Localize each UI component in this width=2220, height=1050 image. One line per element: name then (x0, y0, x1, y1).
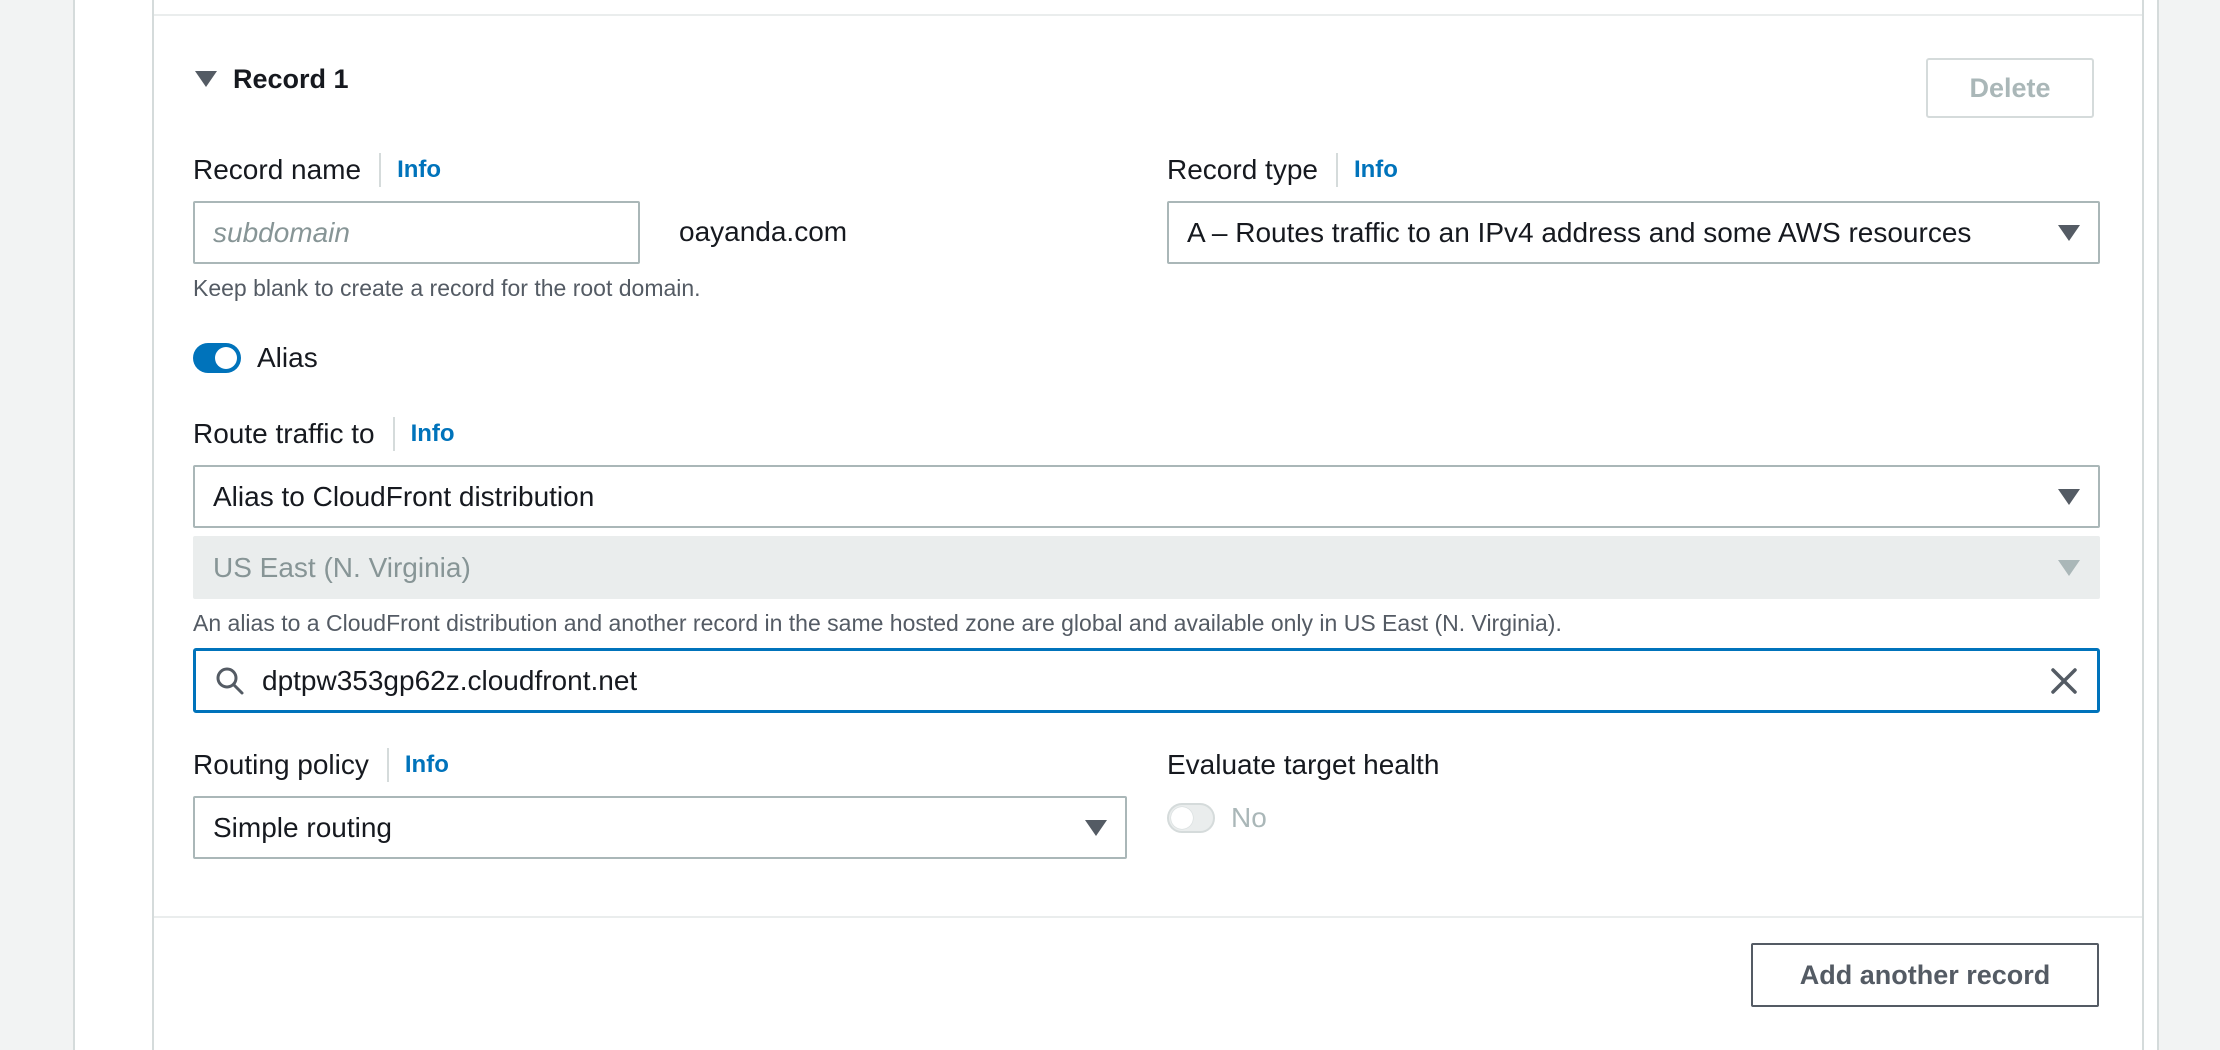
distribution-search-value: dptpw353gp62z.cloudfront.net (262, 664, 638, 696)
divider (379, 153, 382, 187)
routing-policy-value: Simple routing (213, 811, 392, 843)
record-name-label-row: Record name Info (193, 153, 441, 187)
record-name-placeholder: subdomain (213, 216, 350, 248)
search-icon (216, 667, 244, 694)
divider (386, 748, 389, 782)
record-type-value: A – Routes traffic to an IPv4 address an… (1187, 216, 1972, 248)
routing-policy-label-row: Routing policy Info (193, 748, 449, 782)
record-type-select[interactable]: A – Routes traffic to an IPv4 address an… (1167, 201, 2100, 264)
record-name-info-link[interactable]: Info (397, 156, 441, 184)
alias-toggle-row: Alias (193, 342, 318, 374)
routing-policy-select[interactable]: Simple routing (193, 796, 1127, 859)
endpoint-select[interactable]: Alias to CloudFront distribution (193, 465, 2100, 528)
evaluate-health-value: No (1231, 802, 1267, 833)
record-name-input[interactable]: subdomain (193, 201, 640, 264)
divider (1335, 153, 1338, 187)
clear-icon[interactable] (2049, 666, 2079, 696)
divider (154, 916, 2142, 918)
route-traffic-label-row: Route traffic to Info (193, 417, 455, 451)
record-type-info-link[interactable]: Info (1354, 156, 1398, 184)
toggle-knob (1171, 807, 1193, 829)
route-traffic-label: Route traffic to (193, 418, 375, 449)
domain-suffix: oayanda.com (679, 216, 848, 247)
routing-policy-info-link[interactable]: Info (405, 751, 449, 779)
record-type-label-row: Record type Info (1167, 153, 1398, 187)
record-type-label: Record type (1167, 154, 1318, 185)
alias-label: Alias (257, 342, 318, 373)
record-title: Record 1 (233, 63, 349, 94)
region-value: US East (N. Virginia) (213, 551, 471, 583)
distribution-search-input[interactable]: dptpw353gp62z.cloudfront.net (193, 648, 2100, 713)
divider (392, 417, 395, 451)
route-traffic-info-link[interactable]: Info (411, 420, 455, 448)
routing-policy-label: Routing policy (193, 749, 369, 780)
toggle-knob (215, 347, 237, 369)
route-traffic-hint: An alias to a CloudFront distribution an… (193, 610, 1562, 636)
evaluate-health-label: Evaluate target health (1167, 749, 1440, 780)
evaluate-health-toggle-row: No (1167, 802, 1267, 834)
chevron-down-icon (1085, 819, 1107, 836)
endpoint-value: Alias to CloudFront distribution (213, 480, 595, 512)
divider (154, 14, 2142, 16)
record-name-label: Record name (193, 154, 362, 185)
record-name-hint: Keep blank to create a record for the ro… (193, 275, 701, 301)
chevron-down-icon (2058, 488, 2080, 505)
add-another-record-button[interactable]: Add another record (1751, 943, 2099, 1007)
record-expand-toggle[interactable]: Record 1 (195, 62, 349, 96)
alias-toggle[interactable] (193, 343, 241, 373)
chevron-down-icon (2058, 559, 2080, 576)
caret-down-icon (195, 71, 217, 87)
delete-button[interactable]: Delete (1926, 58, 2094, 118)
region-select: US East (N. Virginia) (193, 536, 2100, 599)
chevron-down-icon (2058, 224, 2080, 241)
evaluate-health-toggle[interactable] (1167, 803, 1215, 833)
